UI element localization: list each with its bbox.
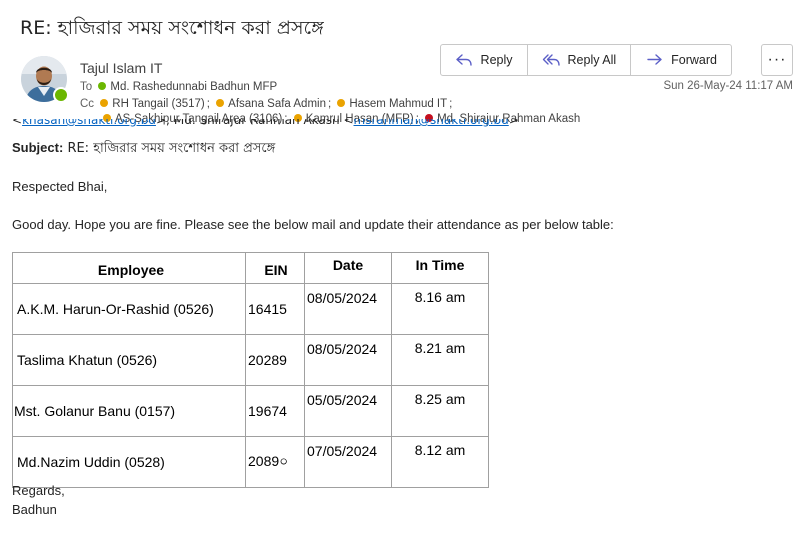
to-row: To Md. Rashedunnabi Badhun MFP [80, 81, 279, 93]
greeting-text: Respected Bhai, [12, 179, 108, 194]
email-link[interactable]: msrahman@shakti.org.bd [354, 119, 509, 127]
more-actions-button[interactable]: ··· [761, 44, 793, 76]
employee-cell: Mst. Golanur Banu (0157) [12, 385, 246, 437]
table-row: Md.Nazim Uddin (0528) 2089০ 07/05/2024 8… [12, 436, 489, 488]
table-row: A.K.M. Harun-Or-Rashid (0526) 16415 08/0… [12, 283, 489, 335]
sender-name[interactable]: Tajul Islam IT [80, 60, 162, 76]
forward-icon [647, 54, 662, 65]
reply-all-icon [542, 54, 560, 66]
reply-icon [455, 54, 472, 66]
date-cell: 08/05/2024 [304, 334, 392, 386]
in-time-cell: 8.12 am [391, 436, 489, 488]
date-cell: 07/05/2024 [304, 436, 392, 488]
column-header: In Time [391, 252, 489, 284]
status-away-icon [337, 99, 346, 107]
cc-recipient[interactable]: Afsana Safa Admin [228, 98, 326, 110]
in-time-cell: 8.16 am [391, 283, 489, 335]
email-link[interactable]: khasan@shakti.org.bd [22, 119, 156, 127]
in-time-cell: 8.25 am [391, 385, 489, 437]
date-cell: 05/05/2024 [304, 385, 392, 437]
table-row: Taslima Khatun (0526) 20289 08/05/2024 8… [12, 334, 489, 386]
quoted-text: >; Md. Shirajur Rahman Akash < [155, 119, 354, 127]
forward-label: Forward [671, 53, 717, 67]
date-cell: 08/05/2024 [304, 283, 392, 335]
cc-row: Cc RH Tangail (3517); Afsana Safa Admin;… [80, 98, 453, 110]
ein-cell: 20289 [245, 334, 305, 386]
reply-label: Reply [480, 53, 513, 67]
ein-cell: 19674 [245, 385, 305, 437]
reply-all-button[interactable]: Reply All [528, 45, 632, 75]
quoted-header-line: <khasan@shakti.org.bd>; Md. Shirajur Rah… [12, 119, 519, 131]
status-away-icon [100, 99, 109, 107]
column-header: EIN [245, 252, 305, 284]
in-time-cell: 8.21 am [391, 334, 489, 386]
sent-date: Sun 26-May-24 11:17 AM [663, 80, 793, 92]
employee-cell: Md.Nazim Uddin (0528) [12, 436, 246, 488]
signature-text: Badhun [12, 502, 57, 517]
sender-avatar[interactable] [21, 56, 69, 103]
column-header: Date [304, 252, 392, 284]
status-available-icon [98, 82, 107, 90]
reply-button[interactable]: Reply [441, 45, 528, 75]
status-away-icon [216, 99, 225, 107]
ein-cell: 16415 [245, 283, 305, 335]
email-subject: RE: হাজিরার সময় সংশোধন করা প্রসঙ্গে [20, 17, 324, 39]
subject-value: RE: হাজিরার সময় সংশোধন করা প্রসঙ্গে [67, 141, 276, 156]
message-actions-toolbar: Reply Reply All Forward [439, 44, 732, 76]
ein-cell: 2089০ [245, 436, 305, 488]
employee-cell: A.K.M. Harun-Or-Rashid (0526) [12, 283, 246, 335]
quoted-subject-line: Subject: RE: হাজিরার সময় সংশোধন করা প্র… [12, 139, 275, 160]
attendance-table: Employee EIN Date In Time A.K.M. Harun-O… [12, 252, 489, 488]
to-recipient[interactable]: Md. Rashedunnabi Badhun MFP [110, 81, 277, 93]
cc-recipient[interactable]: Hasem Mahmud IT [349, 98, 447, 110]
subject-label: Subject: [12, 140, 64, 155]
closing-text: Regards, [12, 483, 65, 498]
column-header: Employee [12, 252, 246, 284]
quoted-text: > [508, 119, 519, 127]
table-row: Mst. Golanur Banu (0157) 19674 05/05/202… [12, 385, 489, 437]
quoted-text: < [12, 119, 23, 127]
presence-available-icon [53, 87, 69, 103]
table-header-row: Employee EIN Date In Time [12, 252, 489, 284]
intro-text: Good day. Hope you are fine. Please see … [12, 217, 614, 232]
to-label: To [80, 81, 93, 93]
employee-cell: Taslima Khatun (0526) [12, 334, 246, 386]
forward-button[interactable]: Forward [631, 45, 731, 75]
reply-all-label: Reply All [567, 53, 617, 67]
cc-recipient[interactable]: RH Tangail (3517) [112, 98, 204, 110]
cc-label: Cc [80, 98, 95, 110]
